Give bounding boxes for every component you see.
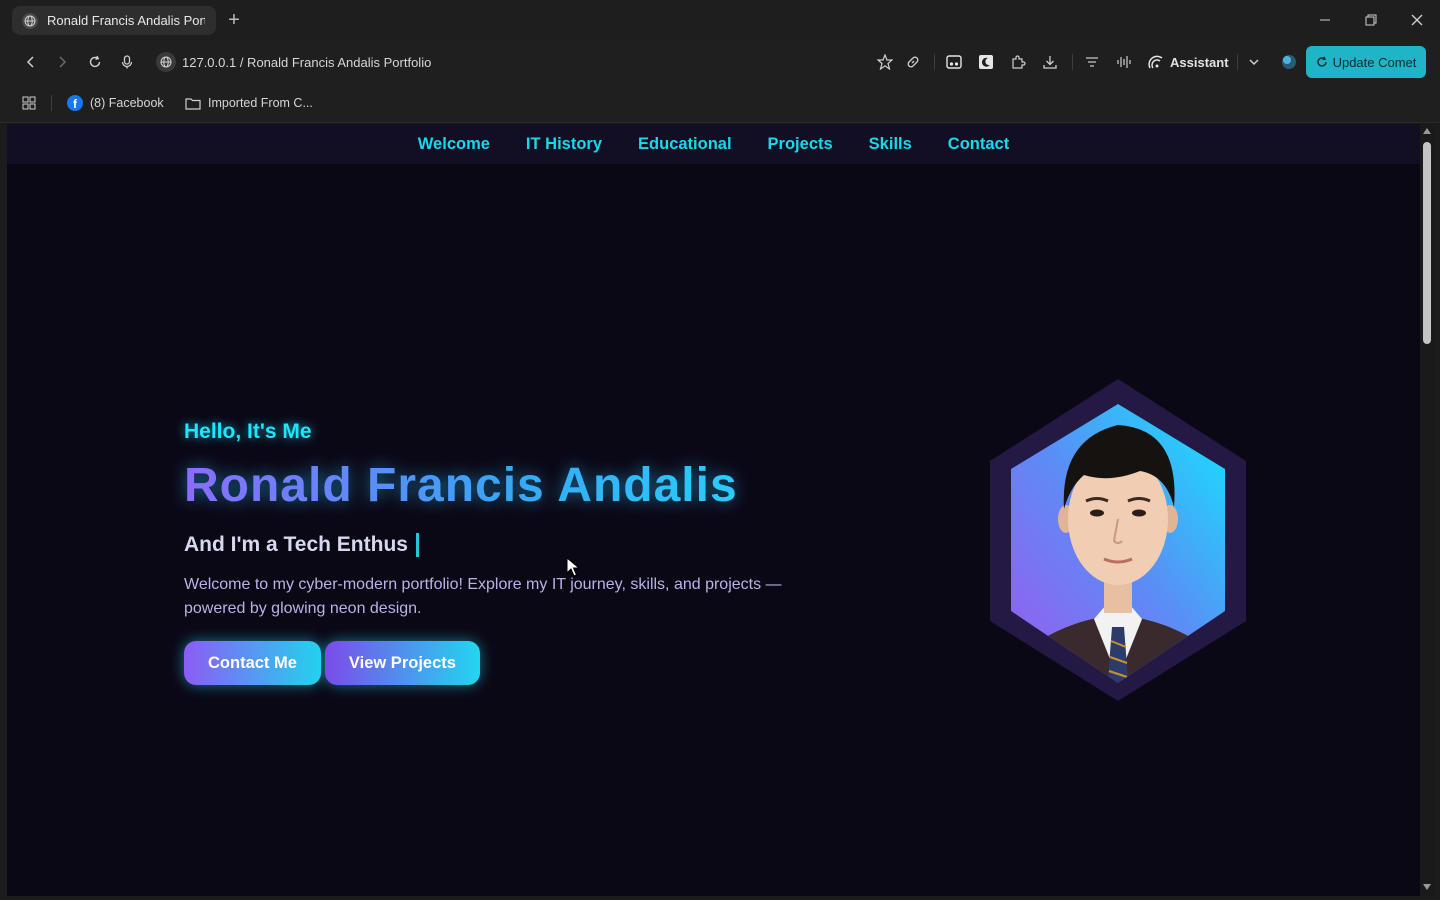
bookmark-label: Imported From C... [208, 96, 313, 110]
nav-contact[interactable]: Contact [948, 135, 1009, 154]
profile-photo [990, 379, 1246, 701]
assistant-button[interactable]: Assistant [1148, 52, 1229, 72]
forward-icon[interactable] [52, 52, 72, 72]
extensions-icon[interactable] [1008, 52, 1028, 72]
tab-title: Ronald Francis Andalis Portfol [47, 13, 205, 28]
contact-me-button[interactable]: Contact Me [184, 641, 321, 685]
update-comet-label: Update Comet [1332, 54, 1417, 70]
toolbar-divider [1237, 54, 1238, 70]
nav-projects[interactable]: Projects [768, 135, 833, 154]
view-projects-button[interactable]: View Projects [324, 641, 480, 685]
browser-toolbar: 127.0.0.1 / Ronald Francis Andalis Portf… [0, 41, 1440, 83]
chevron-down-icon[interactable] [1244, 52, 1264, 72]
toolbar-divider [1072, 54, 1073, 70]
link-icon[interactable] [903, 52, 923, 72]
page-scrollbar[interactable] [1420, 124, 1434, 896]
bookmark-facebook[interactable]: f (8) Facebook [67, 94, 164, 112]
microphone-icon[interactable] [117, 52, 137, 72]
nav-educational[interactable]: Educational [638, 135, 732, 154]
apps-grid-icon[interactable] [22, 94, 36, 112]
toolbar-divider [934, 54, 935, 70]
scrollbar-thumb[interactable] [1423, 142, 1431, 344]
profile-hexagon [990, 379, 1246, 701]
browser-tab[interactable]: Ronald Francis Andalis Portfol [12, 6, 216, 35]
browser-titlebar: Ronald Francis Andalis Portfol + [0, 0, 1440, 41]
hero-typed-subtitle: And I'm a Tech Enthus [184, 533, 408, 556]
minimize-icon[interactable] [1313, 8, 1337, 32]
site-info-icon[interactable] [156, 52, 176, 72]
bookmarks-bar: f (8) Facebook Imported From C... [0, 83, 1440, 123]
new-tab-icon[interactable]: + [224, 10, 244, 30]
bookmark-label: (8) Facebook [90, 96, 164, 110]
download-icon[interactable] [1040, 52, 1060, 72]
restore-icon[interactable] [1359, 8, 1383, 32]
bookmark-imported-folder[interactable]: Imported From C... [185, 94, 313, 112]
nav-it-history[interactable]: IT History [526, 135, 602, 154]
typing-cursor [415, 533, 419, 557]
site-navbar: Welcome IT History Educational Projects … [7, 124, 1420, 164]
hero-description: Welcome to my cyber-modern portfolio! Ex… [184, 576, 782, 617]
scroll-up-icon[interactable] [1423, 128, 1431, 134]
reader-mode-icon[interactable] [944, 52, 964, 72]
page-viewport: Welcome IT History Educational Projects … [7, 124, 1420, 896]
hero-greeting: Hello, It's Me [184, 420, 312, 443]
nav-welcome[interactable]: Welcome [418, 135, 490, 154]
globe-icon [22, 12, 38, 29]
hero-section: Hello, It's Me Ronald Francis Andalis An… [184, 420, 884, 685]
assistant-label: Assistant [1170, 54, 1229, 70]
facebook-icon: f [67, 95, 83, 111]
hero-subtitle-row: And I'm a Tech Enthus [184, 533, 884, 557]
scroll-down-icon[interactable] [1423, 884, 1431, 890]
update-comet-button[interactable]: Update Comet [1306, 46, 1426, 78]
bookmarks-divider [51, 95, 52, 111]
refresh-icon [1316, 56, 1327, 67]
hero-buttons: Contact Me View Projects [184, 641, 884, 685]
url-text: 127.0.0.1 / Ronald Francis Andalis Portf… [182, 54, 432, 70]
reload-icon[interactable] [85, 52, 105, 72]
nav-skills[interactable]: Skills [869, 135, 912, 154]
close-icon[interactable] [1405, 8, 1429, 32]
menu-lines-icon[interactable] [1082, 52, 1102, 72]
back-icon[interactable] [21, 52, 41, 72]
dark-mode-icon[interactable] [976, 52, 996, 72]
assistant-icon [1148, 55, 1163, 69]
hero-name: Ronald Francis Andalis [184, 458, 884, 513]
profile-avatar-icon[interactable] [1279, 52, 1299, 72]
mouse-cursor-icon [566, 557, 580, 577]
bookmark-star-icon[interactable] [875, 52, 895, 72]
audio-wave-icon[interactable] [1114, 52, 1134, 72]
address-bar[interactable]: 127.0.0.1 / Ronald Francis Andalis Portf… [156, 51, 431, 73]
folder-icon [185, 98, 201, 110]
